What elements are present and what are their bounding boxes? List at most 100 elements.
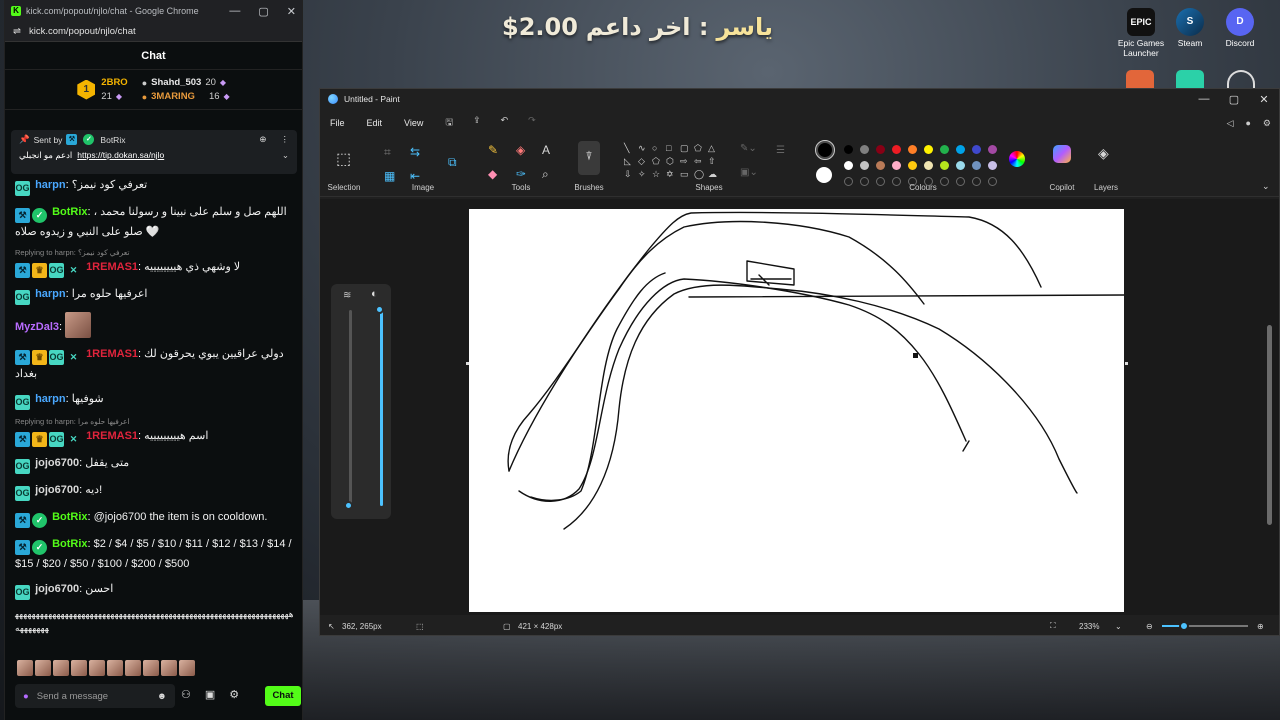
reply-context[interactable]: Replying to harpn: اعرفيها حلوه مرا xyxy=(15,417,297,427)
star4-shape-icon[interactable]: ✧ xyxy=(638,169,646,180)
chat-username[interactable]: 1REMAS1 xyxy=(86,261,138,273)
layers-icon[interactable]: ◈ xyxy=(1098,145,1109,162)
more-options-icon[interactable]: ⋮ xyxy=(281,134,290,145)
color-swatch[interactable] xyxy=(844,161,853,170)
gift-icon[interactable]: ▣ xyxy=(205,688,215,701)
eraser-icon[interactable]: ◆ xyxy=(488,167,497,181)
minimize-button[interactable]: — xyxy=(229,5,240,18)
chat-username[interactable]: harpn xyxy=(35,179,66,191)
chat-username[interactable]: harpn xyxy=(35,288,66,300)
secondary-color[interactable] xyxy=(816,167,832,183)
chat-username[interactable]: 1REMAS1 xyxy=(86,430,138,442)
close-button[interactable]: ✕ xyxy=(1249,93,1279,106)
reply-context[interactable]: Replying to harpn: تعرفي كود نيمز؟ xyxy=(15,248,297,258)
outline-icon[interactable]: ✎⌄ xyxy=(740,143,757,154)
vertical-scrollbar[interactable] xyxy=(1267,325,1272,525)
callout-rect-shape-icon[interactable]: ▭ xyxy=(680,169,689,180)
pentagon-shape-icon[interactable]: ⬠ xyxy=(652,156,660,167)
shape-size-icon[interactable]: ☰ xyxy=(776,145,785,156)
site-settings-icon[interactable]: ⇌ xyxy=(13,26,21,37)
image-creator-icon[interactable]: ⧉ xyxy=(448,155,457,170)
menu-view[interactable]: View xyxy=(404,118,423,128)
zoom-dropdown-icon[interactable]: ⌄ xyxy=(1115,622,1122,631)
zoom-out-icon[interactable]: ⊖ xyxy=(1146,622,1153,631)
emote-button[interactable] xyxy=(179,660,195,676)
crop-icon[interactable]: ⌗ xyxy=(384,145,391,160)
chat-username[interactable]: jojo6700 xyxy=(35,484,79,496)
chat-username[interactable]: BotRix xyxy=(52,538,87,550)
color-swatch[interactable] xyxy=(908,161,917,170)
oval-shape-icon[interactable]: ○ xyxy=(652,143,657,153)
hexagon-shape-icon[interactable]: ⬡ xyxy=(666,156,674,167)
custom-color-slot[interactable] xyxy=(972,177,981,186)
emote-button[interactable] xyxy=(107,660,123,676)
emote-button[interactable] xyxy=(125,660,141,676)
microphone-icon[interactable]: ● xyxy=(23,691,29,702)
desktop-app-icon[interactable] xyxy=(1176,70,1204,88)
canvas-resize-handle[interactable] xyxy=(466,362,469,365)
people-icon[interactable]: ⚇ xyxy=(181,688,191,701)
callout-oval-shape-icon[interactable]: ◯ xyxy=(694,169,704,180)
send-chat-button[interactable]: Chat xyxy=(265,686,301,706)
zoom-level[interactable]: 233% xyxy=(1079,622,1099,631)
chat-username[interactable]: harpn xyxy=(35,393,66,405)
settings-icon[interactable]: ⚙ xyxy=(1263,118,1271,129)
resize-icon[interactable]: ⇆ xyxy=(410,145,420,159)
size-slider-knob[interactable] xyxy=(344,501,353,510)
magnifier-icon[interactable]: ⌕ xyxy=(542,167,549,182)
shapes-gallery[interactable]: ╲ ∿ ○ □ ▢ ⬠ △ ◺ ◇ ⬠ ⬡ ⇨ ⇦ ⇧ ⇩ ✧ ☆ ✡ ▭ ◯ … xyxy=(620,141,730,179)
chevron-down-icon[interactable]: ⌄ xyxy=(282,150,289,161)
color-swatch[interactable] xyxy=(988,145,997,154)
custom-color-slot[interactable] xyxy=(940,177,949,186)
custom-color-slot[interactable] xyxy=(876,177,885,186)
emoji-icon[interactable]: ☻ xyxy=(157,691,167,702)
callout-cloud-shape-icon[interactable]: ☁ xyxy=(708,169,717,180)
size-slider[interactable] xyxy=(349,310,352,506)
chat-username[interactable]: BotRix xyxy=(52,206,87,218)
paint-workspace[interactable]: ≋ ◐ xyxy=(320,199,1279,615)
undo-icon[interactable]: ↶ xyxy=(501,115,509,131)
leader-first-name[interactable]: 2BRO xyxy=(101,77,127,88)
copilot-icon[interactable] xyxy=(1053,145,1071,163)
arrow-up-shape-icon[interactable]: ⇧ xyxy=(708,156,716,167)
desktop-app-icon[interactable] xyxy=(1126,70,1154,88)
emote-button[interactable] xyxy=(53,660,69,676)
color-swatch[interactable] xyxy=(892,161,901,170)
color-picker-icon[interactable]: ✑ xyxy=(516,167,526,181)
arrow-right-shape-icon[interactable]: ⇨ xyxy=(680,156,688,167)
color-swatch[interactable] xyxy=(860,161,869,170)
chat-username[interactable]: MyzDal3 xyxy=(15,321,59,333)
color-swatch[interactable] xyxy=(940,145,949,154)
chat-message-input[interactable]: ● Send a message ☻ xyxy=(15,684,175,708)
right-triangle-shape-icon[interactable]: ◺ xyxy=(624,156,631,167)
chevron-down-icon[interactable]: ⌄ xyxy=(1262,181,1270,192)
pencil-icon[interactable]: ✎ xyxy=(488,143,498,157)
rounded-rect-shape-icon[interactable]: ▢ xyxy=(680,143,689,154)
settings-icon[interactable]: ⚙ xyxy=(229,688,239,701)
chat-username[interactable]: jojo6700 xyxy=(35,583,79,595)
leader-second-name[interactable]: Shahd_503 xyxy=(151,77,201,88)
color-swatch[interactable] xyxy=(956,161,965,170)
polygon-shape-icon[interactable]: ⬠ xyxy=(694,143,702,154)
color-swatch[interactable] xyxy=(940,161,949,170)
color-swatch[interactable] xyxy=(956,145,965,154)
emote-button[interactable] xyxy=(17,660,33,676)
custom-color-slot[interactable] xyxy=(988,177,997,186)
color-swatch[interactable] xyxy=(844,145,853,154)
primary-color[interactable] xyxy=(815,140,835,160)
brush-icon[interactable]: ⍒ xyxy=(578,141,600,175)
edit-colors-icon[interactable] xyxy=(1009,151,1025,167)
diamond-shape-icon[interactable]: ◇ xyxy=(638,156,645,167)
color-swatch[interactable] xyxy=(972,145,981,154)
arrow-down-shape-icon[interactable]: ⇩ xyxy=(624,169,632,180)
color-swatch[interactable] xyxy=(988,161,997,170)
desktop-icon-discord[interactable]: D Discord xyxy=(1211,8,1269,49)
address-bar[interactable]: ⇌ kick.com/popout/njlo/chat xyxy=(5,22,302,42)
background-removal-icon[interactable]: ▦ xyxy=(384,169,395,183)
menu-file[interactable]: File xyxy=(330,118,345,128)
selection-tool-icon[interactable]: ⬚ xyxy=(336,149,351,169)
opacity-slider[interactable] xyxy=(380,310,383,506)
color-swatch[interactable] xyxy=(876,145,885,154)
account-icon[interactable]: ● xyxy=(1245,118,1250,129)
color-swatch[interactable] xyxy=(972,161,981,170)
